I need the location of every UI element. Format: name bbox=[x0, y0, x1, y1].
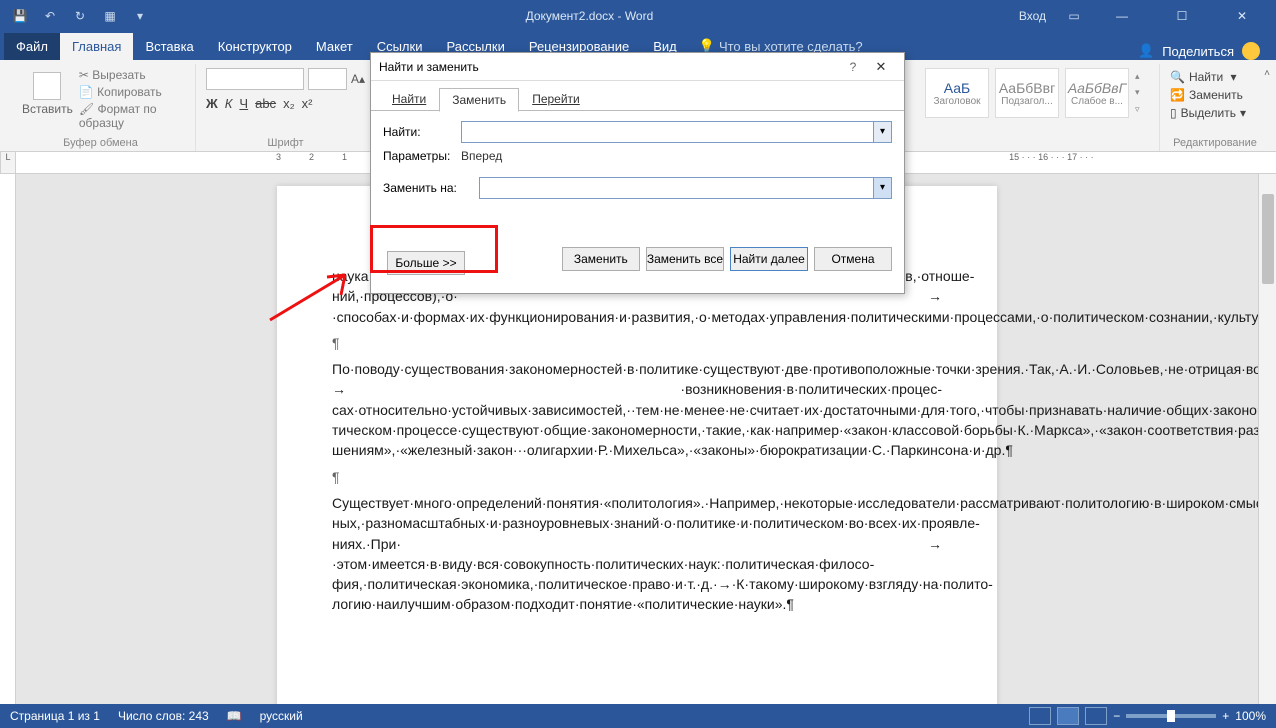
styles-scroll-down[interactable]: ▾ bbox=[1135, 87, 1149, 98]
view-web-layout[interactable] bbox=[1085, 707, 1107, 725]
format-painter-button[interactable]: 🖌 Формат по образцу bbox=[79, 102, 185, 130]
close-window-button[interactable]: ✕ bbox=[1222, 9, 1262, 23]
minimize-button[interactable]: — bbox=[1102, 9, 1142, 23]
view-read-mode[interactable] bbox=[1029, 707, 1051, 725]
replace-button[interactable]: 🔁Заменить bbox=[1170, 88, 1260, 102]
replace-input[interactable] bbox=[480, 178, 873, 198]
dialog-tab-goto[interactable]: Перейти bbox=[519, 87, 593, 111]
replace-all-button[interactable]: Заменить все bbox=[646, 247, 724, 271]
spellcheck-icon[interactable]: 📖 bbox=[227, 709, 242, 723]
zoom-slider-thumb[interactable] bbox=[1167, 710, 1175, 722]
zoom-level[interactable]: 100% bbox=[1235, 709, 1266, 723]
increase-font-icon[interactable]: A▴ bbox=[351, 72, 365, 86]
tab-home[interactable]: Главная bbox=[60, 33, 133, 60]
find-input-combo[interactable]: ▾ bbox=[461, 121, 892, 143]
doc-paragraph[interactable]: Существует·много·определений·понятия·«по… bbox=[332, 493, 942, 615]
tab-file[interactable]: Файл bbox=[4, 33, 60, 60]
redo-icon[interactable]: ↻ bbox=[72, 8, 88, 24]
copy-button[interactable]: 📄 Копировать bbox=[79, 85, 185, 99]
scroll-thumb[interactable] bbox=[1262, 194, 1274, 284]
tab-insert[interactable]: Вставка bbox=[133, 33, 205, 60]
clipboard-group-label: Буфер обмена bbox=[6, 137, 195, 149]
find-next-button[interactable]: Найти далее bbox=[730, 247, 808, 271]
clipboard-icon bbox=[33, 72, 61, 100]
more-options-button[interactable]: Больше >> bbox=[387, 251, 465, 275]
dialog-close-button[interactable]: ✕ bbox=[866, 59, 896, 75]
window-title: Документ2.docx - Word bbox=[160, 9, 1019, 23]
vertical-scrollbar[interactable] bbox=[1258, 174, 1276, 704]
paste-label: Вставить bbox=[22, 102, 73, 116]
find-dropdown-icon[interactable]: ▾ bbox=[873, 122, 891, 142]
font-size-combo[interactable] bbox=[308, 68, 347, 90]
replace-dropdown-icon[interactable]: ▾ bbox=[873, 178, 891, 198]
collapse-ribbon-icon[interactable]: ˄ bbox=[1264, 68, 1270, 79]
undo-icon[interactable]: ↶ bbox=[42, 8, 58, 24]
new-doc-icon[interactable]: ▦ bbox=[102, 8, 118, 24]
replace-icon: 🔁 bbox=[1170, 88, 1185, 102]
styles-scroll-up[interactable]: ▴ bbox=[1135, 71, 1149, 82]
titlebar: 💾 ↶ ↻ ▦ ▾ Документ2.docx - Word Вход ▭ —… bbox=[0, 0, 1276, 32]
ribbon-display-icon[interactable]: ▭ bbox=[1066, 8, 1082, 24]
tab-selector[interactable]: L bbox=[0, 152, 16, 174]
style-subtle[interactable]: АаБбВвГ Слабое в... bbox=[1065, 68, 1129, 118]
cursor-icon: ▯ bbox=[1170, 106, 1177, 120]
feedback-icon[interactable] bbox=[1242, 42, 1260, 60]
select-button[interactable]: ▯Выделить▾ bbox=[1170, 106, 1260, 120]
strikethrough-button[interactable]: abc bbox=[255, 96, 276, 111]
zoom-slider[interactable] bbox=[1126, 714, 1216, 718]
styles-expand[interactable]: ▿ bbox=[1135, 104, 1149, 115]
qat-customize-icon[interactable]: ▾ bbox=[132, 8, 148, 24]
view-print-layout[interactable] bbox=[1057, 707, 1079, 725]
cancel-button[interactable]: Отмена bbox=[814, 247, 892, 271]
font-group-label: Шрифт bbox=[196, 137, 375, 149]
style-heading[interactable]: АаБ Заголовок bbox=[925, 68, 989, 118]
params-label: Параметры: bbox=[383, 149, 455, 163]
superscript-button[interactable]: x² bbox=[302, 96, 313, 111]
statusbar: Страница 1 из 1 Число слов: 243 📖 русски… bbox=[0, 704, 1276, 728]
paste-button[interactable]: Вставить bbox=[16, 68, 79, 130]
replace-one-button[interactable]: Заменить bbox=[562, 247, 640, 271]
find-label: Найти: bbox=[383, 125, 455, 139]
doc-paragraph[interactable]: ¶ bbox=[332, 467, 942, 487]
zoom-out-button[interactable]: − bbox=[1113, 709, 1120, 723]
tab-design[interactable]: Конструктор bbox=[206, 33, 304, 60]
maximize-button[interactable]: ☐ bbox=[1162, 9, 1202, 23]
find-replace-dialog: Найти и заменить ? ✕ Найти Заменить Пере… bbox=[370, 52, 905, 294]
save-icon[interactable]: 💾 bbox=[12, 8, 28, 24]
find-input[interactable] bbox=[462, 122, 873, 142]
bold-button[interactable]: Ж bbox=[206, 96, 218, 111]
font-name-combo[interactable] bbox=[206, 68, 304, 90]
editing-group-label: Редактирование bbox=[1160, 137, 1270, 149]
doc-paragraph[interactable]: ¶ bbox=[332, 333, 942, 353]
zoom-in-button[interactable]: + bbox=[1222, 709, 1229, 723]
search-icon: 🔍 bbox=[1170, 70, 1185, 84]
status-language[interactable]: русский bbox=[260, 709, 303, 723]
replace-input-combo[interactable]: ▾ bbox=[479, 177, 892, 199]
tab-layout[interactable]: Макет bbox=[304, 33, 365, 60]
share-button[interactable]: Поделиться bbox=[1162, 44, 1234, 59]
cut-button[interactable]: ✂ Вырезать bbox=[79, 68, 185, 82]
subscript-button[interactable]: x₂ bbox=[283, 96, 295, 111]
find-button[interactable]: 🔍Найти ▾ bbox=[1170, 70, 1260, 84]
doc-paragraph[interactable]: По·поводу·существования·закономерностей·… bbox=[332, 359, 942, 460]
dialog-tab-replace[interactable]: Заменить bbox=[439, 88, 519, 112]
status-word-count[interactable]: Число слов: 243 bbox=[118, 709, 209, 723]
style-subheading[interactable]: АаБбВвг Подзагол... bbox=[995, 68, 1059, 118]
underline-button[interactable]: Ч bbox=[239, 96, 248, 111]
params-value: Вперед bbox=[461, 149, 502, 163]
signin-link[interactable]: Вход bbox=[1019, 9, 1046, 23]
dialog-title: Найти и заменить bbox=[379, 60, 840, 74]
status-page[interactable]: Страница 1 из 1 bbox=[10, 709, 100, 723]
dialog-tab-find[interactable]: Найти bbox=[379, 87, 439, 111]
share-icon: 👤 bbox=[1138, 43, 1154, 59]
italic-button[interactable]: К bbox=[225, 96, 233, 111]
replace-label: Заменить на: bbox=[383, 181, 473, 195]
vertical-ruler[interactable] bbox=[0, 174, 16, 704]
ruler-right-labels: 15 · · · 16 · · · 17 · · · bbox=[1009, 152, 1094, 162]
dialog-help-button[interactable]: ? bbox=[840, 60, 866, 74]
